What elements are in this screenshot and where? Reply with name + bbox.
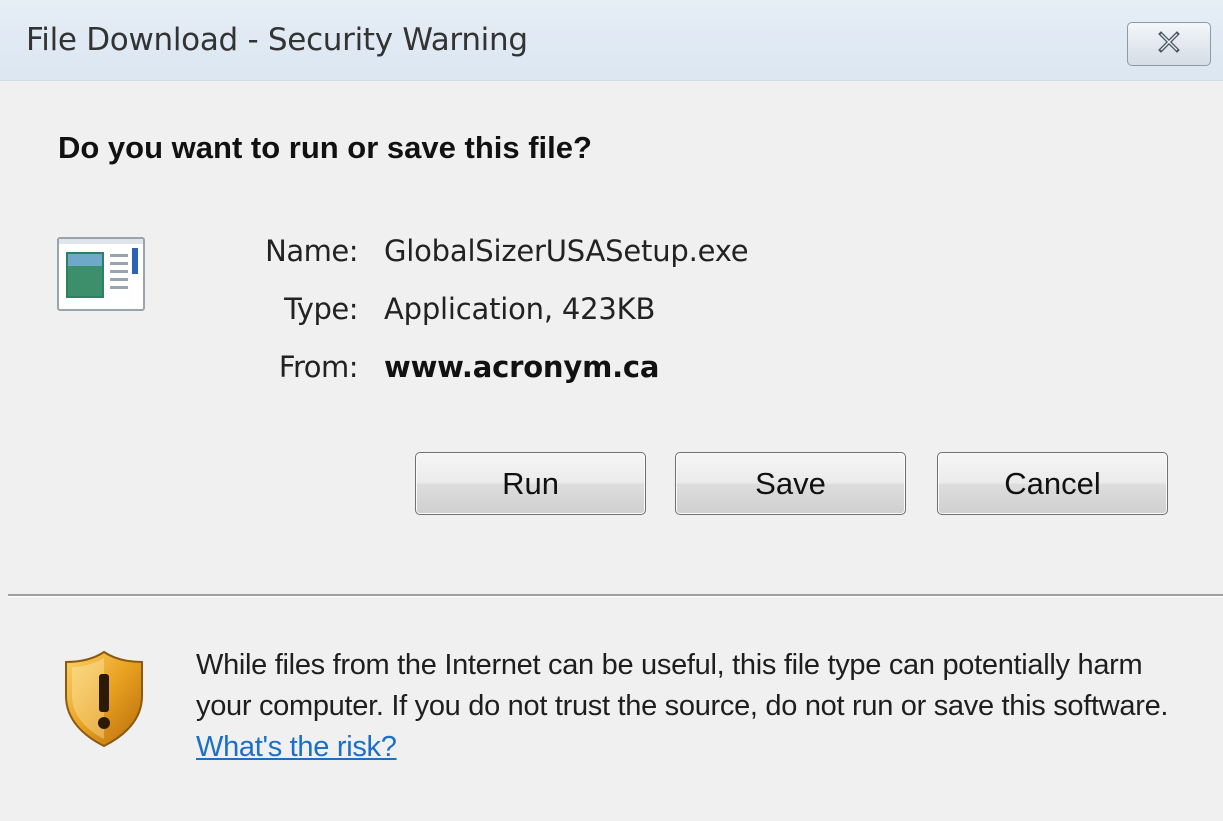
from-label: From: <box>278 350 359 384</box>
application-window-icon <box>56 236 148 314</box>
cancel-button[interactable]: Cancel <box>937 452 1168 515</box>
warning-text: While files from the Internet can be use… <box>196 649 1169 722</box>
run-button[interactable]: Run <box>415 452 646 515</box>
save-button[interactable]: Save <box>675 452 906 515</box>
close-x-icon <box>1157 30 1181 58</box>
whats-the-risk-link[interactable]: What's the risk? <box>196 731 397 763</box>
security-warning-dialog: File Download - Security Warning Do you … <box>0 0 1223 821</box>
window-title: File Download - Security Warning <box>26 22 528 58</box>
title-bar: File Download - Security Warning <box>0 0 1223 81</box>
file-name-value: GlobalSizerUSASetup.exe <box>384 234 749 268</box>
close-button[interactable] <box>1127 22 1211 66</box>
file-type-value: Application, 423KB <box>384 292 656 326</box>
security-warning-message: While files from the Internet can be use… <box>196 645 1196 768</box>
type-label: Type: <box>284 292 358 326</box>
name-label: Name: <box>265 234 358 268</box>
shield-warning-icon <box>62 650 146 748</box>
file-source-value: www.acronym.ca <box>384 350 660 384</box>
run-or-save-question: Do you want to run or save this file? <box>58 130 592 165</box>
section-divider <box>8 594 1223 597</box>
